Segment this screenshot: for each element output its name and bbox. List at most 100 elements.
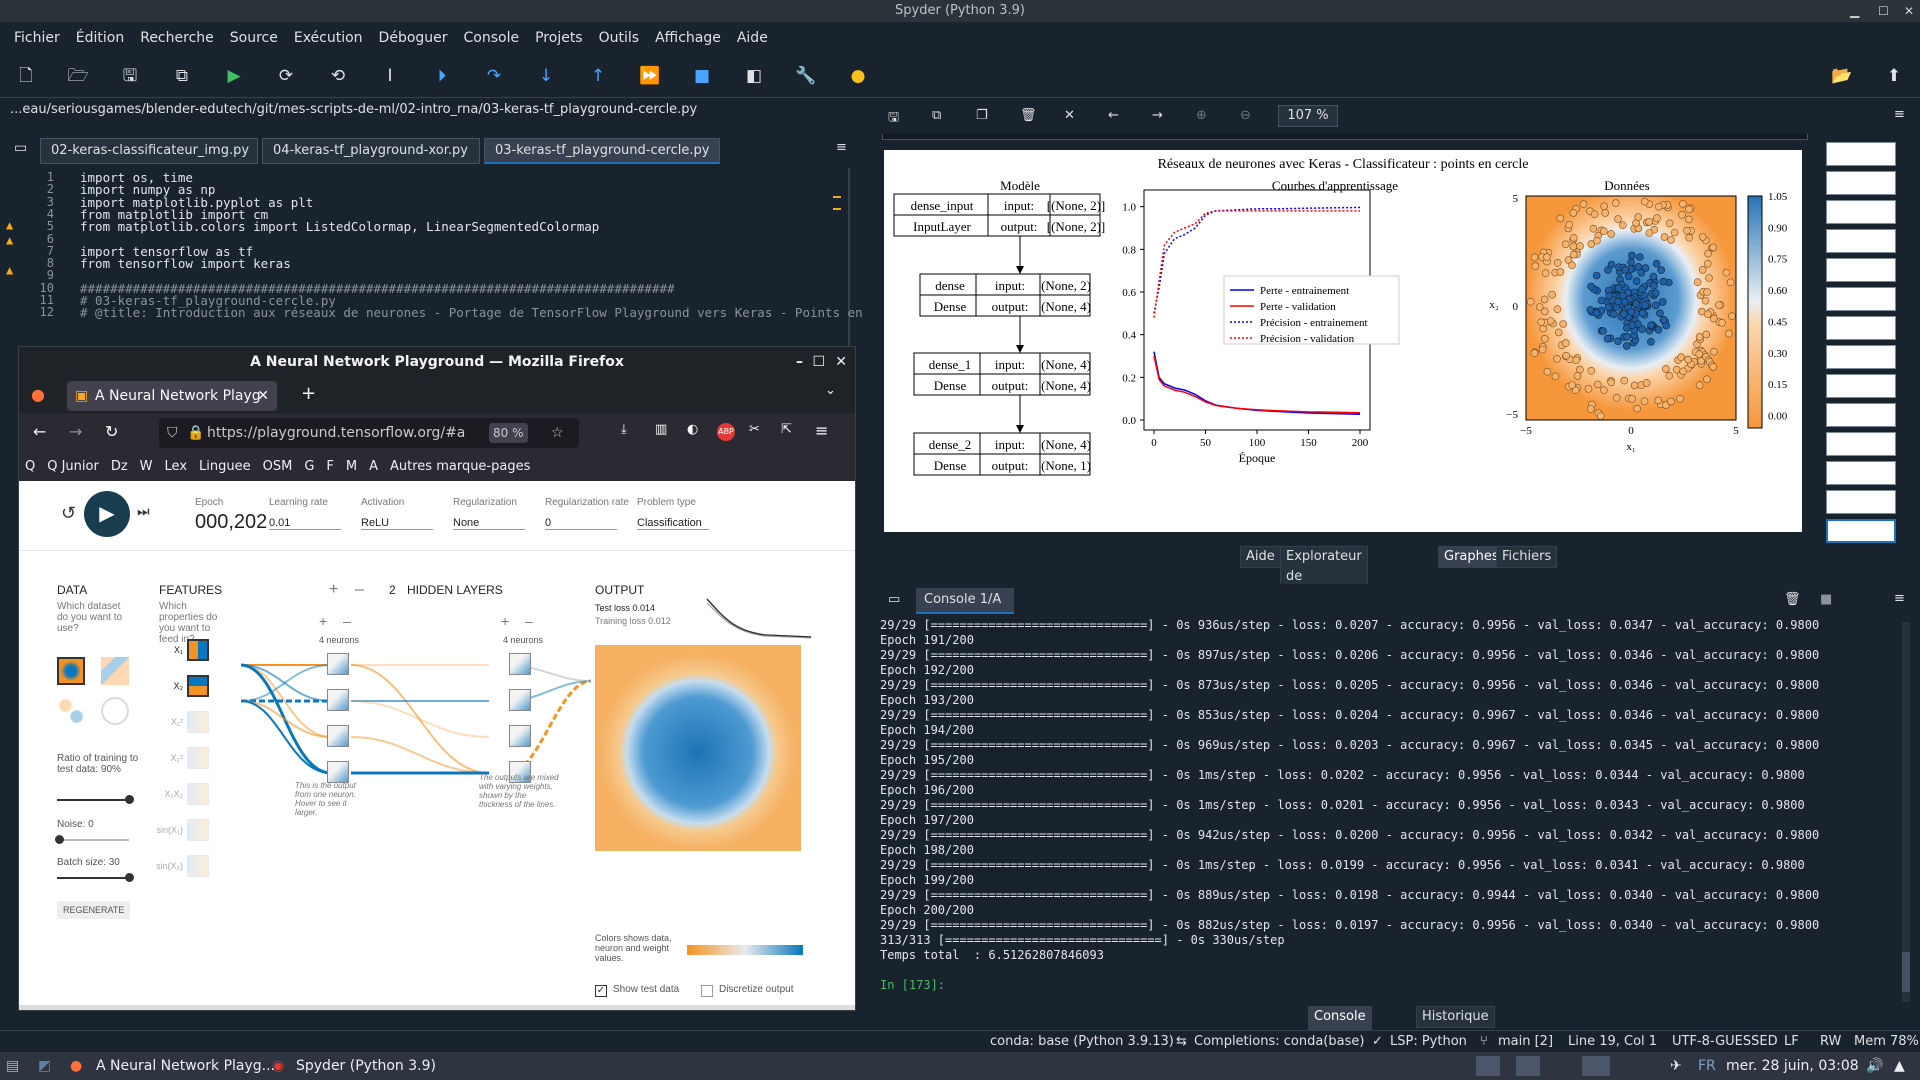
previous-plot-icon[interactable]: ← — [1108, 108, 1119, 123]
zoom-badge[interactable]: 80 % — [489, 423, 528, 443]
menu-4[interactable]: Exécution — [294, 30, 363, 46]
code-editor[interactable]: ▲ ▲ ▲ 1 import os, time 2 import numpy as n… — [0, 168, 863, 348]
adblock-icon[interactable]: ABP — [717, 423, 735, 441]
bookmark-item[interactable]: OSM — [263, 459, 293, 474]
menu-10[interactable]: Aide — [737, 30, 768, 46]
close-tab-icon[interactable]: ✕ — [257, 381, 269, 411]
status-lsp[interactable]: LSP: Python — [1390, 1031, 1467, 1053]
show-test-checkbox[interactable]: ✓ — [595, 985, 607, 997]
add-layer-icon[interactable]: + — [329, 581, 338, 599]
minimize-icon[interactable]: ▁ — [1850, 0, 1859, 22]
save-plot-icon[interactable]: 🖫 — [888, 108, 899, 130]
status-git[interactable]: main [2] — [1498, 1031, 1553, 1053]
tab-03-keras[interactable]: 03-keras-tf_playground-cercle.py ✕ — [484, 138, 720, 182]
save-all-plots-icon[interactable]: ⧉ — [932, 108, 941, 123]
remove-neuron-icon[interactable]: – — [343, 613, 351, 629]
console-tab[interactable]: Console 1/A ✕ — [916, 588, 1014, 631]
maximize-icon[interactable]: ☐ — [1878, 0, 1889, 22]
interrupt-icon[interactable]: ■ — [1820, 592, 1832, 607]
ratio-slider[interactable] — [57, 799, 129, 801]
control-select[interactable]: None — [453, 517, 525, 530]
clock[interactable]: mer. 28 juin, 03:08 — [1726, 1052, 1859, 1080]
remove-layer-icon[interactable]: – — [355, 581, 364, 599]
horizontal-scrollbar[interactable] — [19, 1005, 855, 1010]
plot-thumbnail[interactable] — [1826, 490, 1896, 514]
next-plot-icon[interactable]: → — [1152, 108, 1163, 123]
ipython-console[interactable]: 29/29 [==============================] -… — [878, 618, 1898, 1008]
control-select[interactable]: ReLU — [361, 517, 433, 530]
close-icon[interactable]: ✕ — [1904, 0, 1914, 22]
dataset-gauss[interactable] — [57, 697, 85, 725]
bookmark-item[interactable]: Q Junior — [47, 459, 99, 474]
library-icon[interactable]: ▥ — [655, 422, 667, 437]
play-button[interactable]: ▶ — [84, 491, 130, 537]
plot-thumbnail[interactable] — [1826, 519, 1896, 543]
bookmark-item[interactable]: Lex — [165, 459, 187, 474]
workspace-2[interactable] — [1516, 1056, 1540, 1076]
menu-0[interactable]: Fichier — [14, 30, 60, 46]
neuron-node[interactable] — [327, 653, 349, 675]
menu-7[interactable]: Projets — [535, 30, 583, 46]
reset-icon[interactable]: ↺ — [61, 503, 76, 524]
clear-console-icon[interactable]: 🗑 — [1784, 592, 1801, 607]
add-neuron-icon[interactable]: + — [501, 613, 509, 629]
forward-icon[interactable]: → — [69, 422, 82, 441]
tab-04-keras[interactable]: 04-keras-tf_playground-xor.py ✕ — [262, 138, 480, 182]
save-all-icon[interactable]: ⧉ — [170, 64, 194, 88]
plot-thumbnail[interactable] — [1826, 229, 1896, 253]
tab-02-keras[interactable]: 02-keras-classificateur_img.py ✕ — [40, 138, 258, 182]
bookmark-item[interactable]: M — [346, 459, 357, 474]
browser-tab[interactable]: ▣ A Neural Network Playg ✕ — [67, 381, 277, 411]
copy-plot-icon[interactable]: ❐ — [976, 108, 988, 123]
tab-history[interactable]: Historique — [1416, 1006, 1495, 1028]
tab-help[interactable]: Aide — [1240, 546, 1281, 568]
plot-thumbnail[interactable] — [1826, 461, 1896, 485]
feature-node[interactable] — [187, 819, 209, 841]
batch-slider-thumb[interactable] — [125, 873, 134, 882]
browse-directory-icon[interactable]: 📂 — [1830, 64, 1854, 88]
preferences-icon[interactable]: 🔧 — [794, 64, 818, 88]
add-neuron-icon[interactable]: + — [319, 613, 327, 629]
step-icon[interactable]: ⏭ — [137, 503, 150, 520]
plot-thumbnail[interactable] — [1826, 403, 1896, 427]
bookmark-item[interactable]: Dz — [111, 459, 128, 474]
debug-icon[interactable]: ⏵ — [430, 64, 454, 88]
neuron-node[interactable] — [327, 689, 349, 711]
hamburger-menu-icon[interactable]: ≡ — [815, 421, 828, 440]
control-select[interactable]: 0.01 — [269, 517, 341, 530]
run-cell-icon[interactable]: ⟳ — [274, 64, 298, 88]
new-tab-icon[interactable]: + — [301, 383, 316, 404]
code-line[interactable]: from matplotlib.colors import ListedColo… — [80, 219, 599, 234]
new-file-icon[interactable]: 🗋 — [14, 64, 38, 88]
menu-3[interactable]: Source — [230, 30, 278, 46]
plot-thumbnail[interactable] — [1826, 142, 1896, 166]
plot-thumbnail[interactable] — [1826, 374, 1896, 398]
plot-thumbnail[interactable] — [1826, 258, 1896, 282]
dataset-xor[interactable] — [101, 657, 129, 685]
menu-8[interactable]: Outils — [599, 30, 639, 46]
python-path-icon[interactable]: ● — [846, 64, 870, 88]
reload-icon[interactable]: ↻ — [105, 422, 118, 441]
shield-icon[interactable]: ⛉ — [167, 418, 178, 448]
feature-node[interactable] — [187, 675, 209, 697]
plot-thumbnail[interactable] — [1826, 171, 1896, 195]
console-prompt[interactable]: In [173]: — [880, 978, 1898, 993]
maximize-pane-icon[interactable]: ◧ — [742, 64, 766, 88]
url-bar[interactable]: ⛉ 🔒 https://playground.tensorflow.org/#a… — [159, 418, 579, 448]
step-icon[interactable]: ↷ — [482, 64, 506, 88]
screenshot-icon[interactable]: ✂ — [749, 422, 760, 437]
task-spyder[interactable]: Spyder (Python 3.9) — [296, 1052, 436, 1080]
downloads-icon[interactable]: ⤓ — [621, 422, 627, 437]
neuron-node[interactable] — [509, 653, 531, 675]
noise-slider[interactable] — [57, 839, 129, 841]
console-scrollbar[interactable] — [1902, 622, 1910, 1002]
status-conda[interactable]: conda: base (Python 3.9.13) — [990, 1031, 1174, 1053]
remove-neuron-icon[interactable]: – — [525, 613, 533, 629]
console-options-icon[interactable]: ≡ — [1894, 591, 1905, 606]
neuron-node[interactable] — [509, 725, 531, 747]
neuron-node[interactable] — [327, 725, 349, 747]
workspace-1[interactable] — [1476, 1056, 1500, 1076]
maximize-icon[interactable]: ☐ — [812, 347, 825, 377]
network-icon[interactable]: ✈ — [1670, 1052, 1682, 1080]
bookmark-item[interactable]: W — [140, 459, 153, 474]
